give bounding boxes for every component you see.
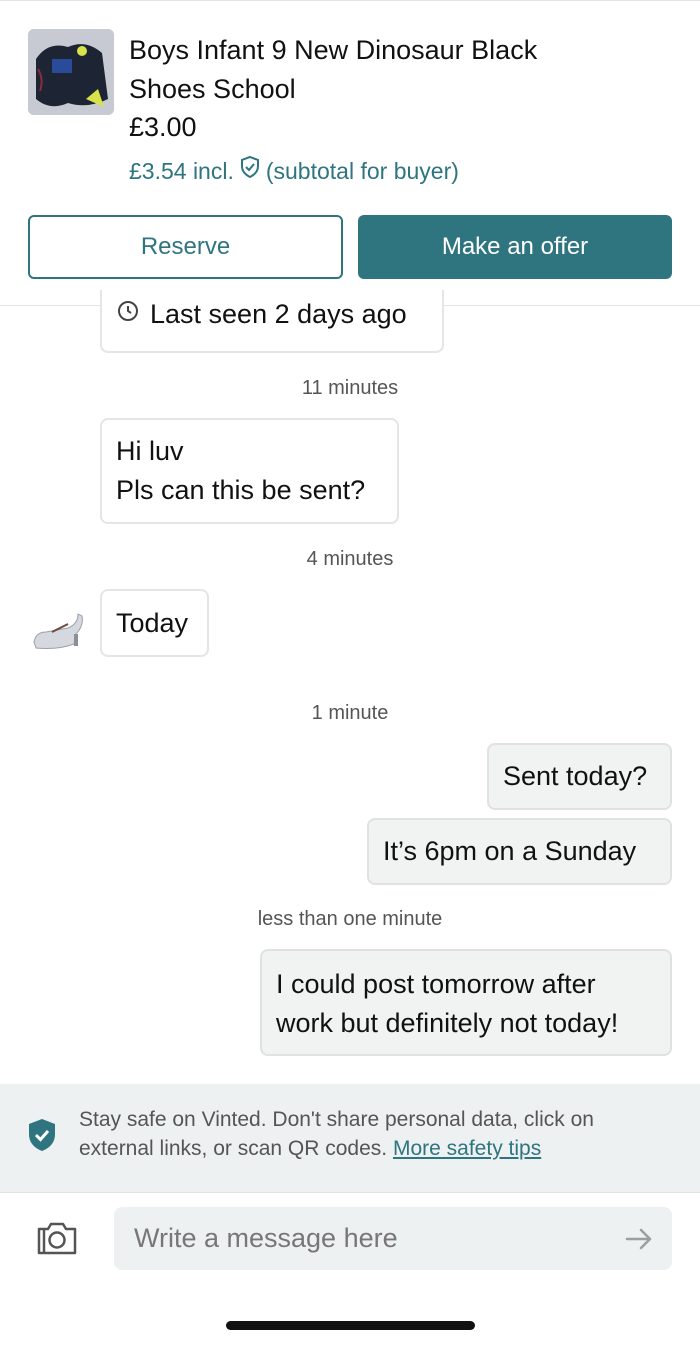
message-line: It’s 6pm on a Sunday [383,836,637,866]
item-title[interactable]: Boys Infant 9 New Dinosaur Black Shoes S… [129,31,649,109]
item-title-line: Boys Infant 9 New Dinosaur Black [129,35,538,65]
last-seen-status: Last seen 2 days ago [100,290,444,353]
reserve-button[interactable]: Reserve [28,215,343,279]
shield-check-icon [28,1118,56,1152]
message-bubble-received[interactable]: Hi luv Pls can this be sent? [100,418,399,524]
seller-avatar[interactable] [28,598,88,658]
message-bubble-sent[interactable]: It’s 6pm on a Sunday [367,818,672,885]
make-offer-button[interactable]: Make an offer [358,215,672,279]
message-line: I could post tomorrow after [276,969,596,999]
safety-tips-link[interactable]: More safety tips [393,1137,541,1160]
message-timestamp: 11 minutes [301,377,399,399]
message-input-placeholder: Write a message here [134,1223,398,1253]
message-timestamp: 1 minute [311,702,389,724]
item-thumbnail[interactable] [28,29,114,115]
send-arrow-icon[interactable] [624,1224,654,1254]
message-bubble-sent[interactable]: Sent today? [487,743,672,810]
message-timestamp: less than one minute [257,908,443,930]
message-bubble-received[interactable]: Today [100,589,209,657]
item-price: £3.00 [129,112,197,142]
message-line: Pls can this be sent? [116,475,366,505]
shield-check-icon [238,154,262,188]
item-header: Boys Infant 9 New Dinosaur Black Shoes S… [0,0,700,306]
item-title-line: Shoes School [129,74,296,104]
item-subtotal[interactable]: £3.54 incl. (subtotal for buyer) [129,154,459,188]
message-input[interactable]: Write a message here [114,1207,672,1270]
safety-message: Stay safe on Vinted. Don't share persona… [79,1105,669,1163]
message-bubble-sent[interactable]: I could post tomorrow after work but def… [260,949,672,1056]
clock-icon [116,295,140,334]
last-seen-text: Last seen 2 days ago [150,299,407,329]
message-timestamp: 4 minutes [306,548,394,570]
message-line: Today [116,608,189,638]
camera-icon[interactable] [36,1220,78,1256]
home-indicator [226,1321,475,1330]
subtotal-amount: £3.54 incl. [129,158,234,184]
subtotal-note: (subtotal for buyer) [265,158,459,184]
message-line: Hi luv [116,436,184,466]
message-line: work but definitely not today! [276,1008,619,1038]
message-line: Sent today? [503,761,648,791]
